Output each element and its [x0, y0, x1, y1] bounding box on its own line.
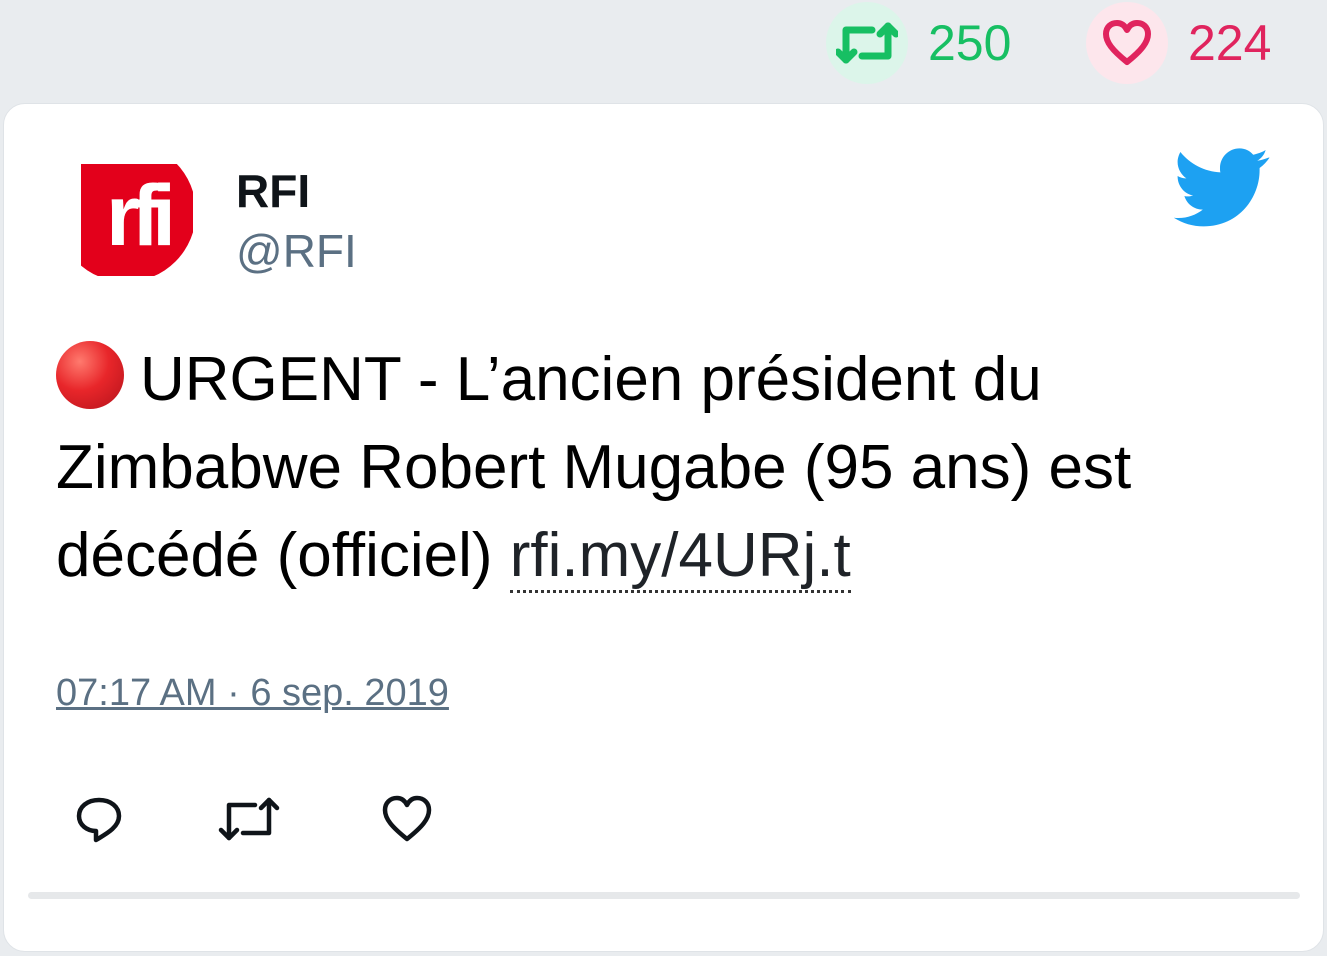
divider	[28, 892, 1300, 899]
tweet-timestamp[interactable]: 07:17 AM · 6 sep. 2019	[56, 672, 449, 715]
like-count: 224	[1188, 15, 1272, 71]
tweet-card: rfi RFI @RFI URGENT - L’ancien président…	[3, 103, 1324, 952]
like-stat[interactable]: 224	[1086, 0, 1271, 86]
heart-action-icon[interactable]	[372, 784, 442, 854]
retweet-stat[interactable]: 250	[826, 0, 1011, 86]
reply-icon[interactable]	[64, 784, 134, 854]
red-circle-icon	[56, 341, 124, 409]
twitter-bird-icon[interactable]	[1173, 148, 1270, 233]
author-handle[interactable]: @RFI	[236, 224, 357, 278]
retweet-action-icon[interactable]	[214, 784, 284, 854]
engagement-stats: 250 224	[0, 0, 1327, 100]
author-name[interactable]: RFI	[236, 164, 310, 218]
heart-icon[interactable]	[1086, 2, 1168, 84]
avatar[interactable]: rfi	[56, 142, 196, 282]
avatar-logo-text: rfi	[106, 168, 170, 264]
retweet-icon[interactable]	[826, 2, 908, 84]
retweet-count: 250	[928, 15, 1012, 71]
tweet-text: URGENT - L’ancien président du Zimbabwe …	[56, 336, 1276, 600]
tweet-link[interactable]: rfi.my/4URj.t	[509, 521, 851, 593]
